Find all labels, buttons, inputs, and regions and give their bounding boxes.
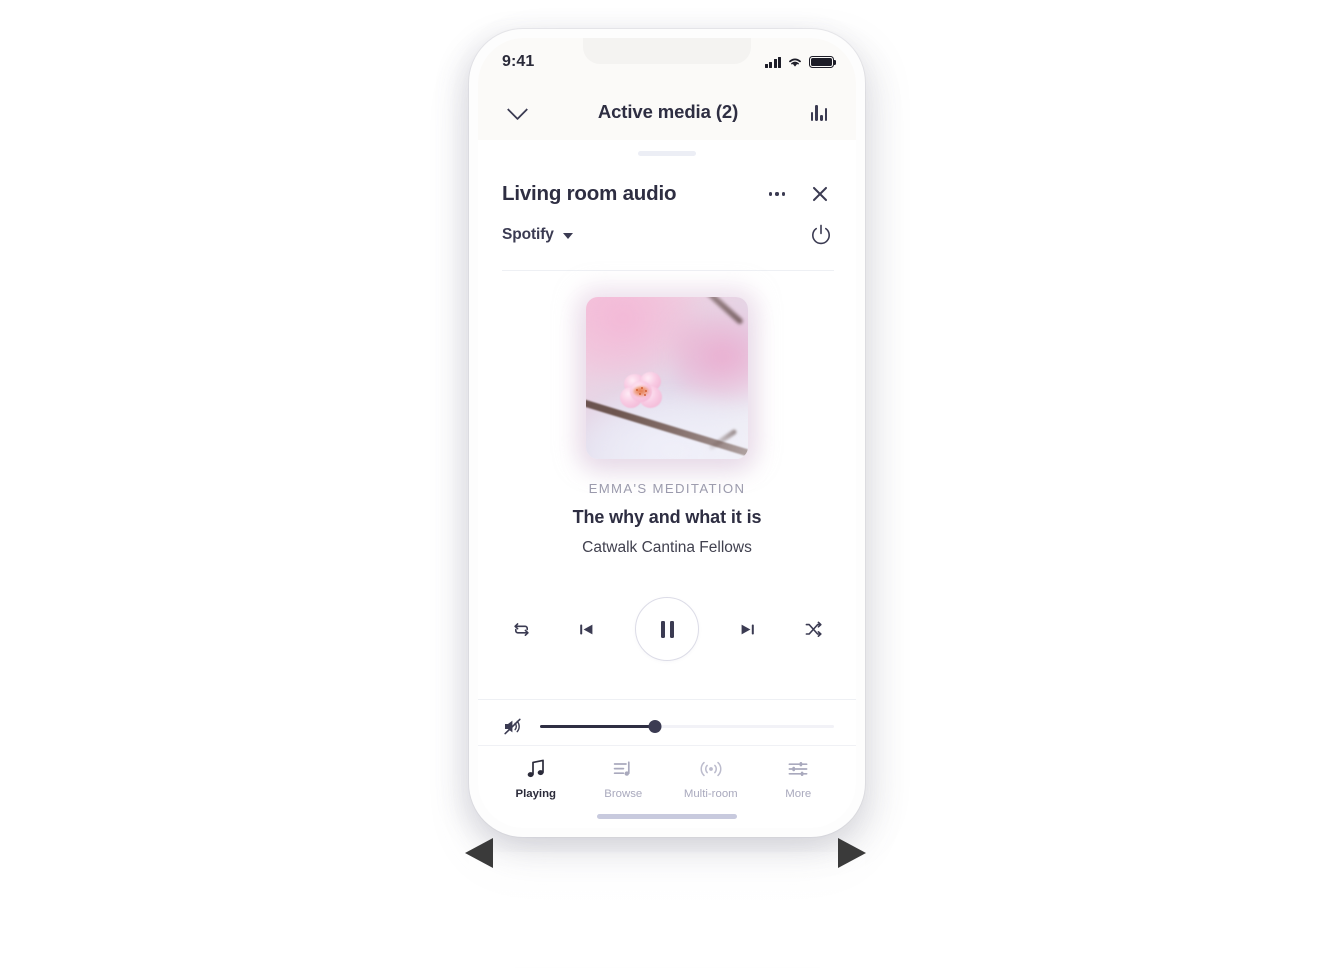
equalizer-button[interactable] (804, 97, 834, 127)
collapse-sheet-button[interactable] (502, 97, 532, 127)
next-track-icon (741, 624, 754, 634)
previous-track-button[interactable] (570, 612, 604, 646)
volume-row (478, 700, 856, 737)
close-button[interactable] (806, 180, 834, 208)
media-title-row: Living room audio (478, 165, 856, 209)
status-icons (764, 56, 837, 68)
tab-label: Browse (604, 788, 643, 800)
reflection-fade-overlay (469, 852, 865, 968)
chevron-down-icon (506, 98, 528, 120)
page-background: 9:41 Active media (2) Living room audio … (0, 0, 1330, 968)
play-pause-button[interactable] (635, 597, 699, 661)
shuffle-button[interactable] (796, 612, 830, 646)
phone-device: 9:41 Active media (2) Living room audio … (469, 29, 865, 837)
page-title: Active media (2) (597, 101, 739, 122)
tab-label: Playing (515, 788, 556, 800)
music-note-icon (525, 758, 547, 780)
battery-icon (809, 56, 837, 68)
playlist-icon (612, 758, 634, 780)
artwork-area (478, 271, 856, 459)
source-name[interactable]: Spotify (502, 226, 554, 244)
reflection-wedge-right (838, 838, 866, 868)
drag-handle[interactable] (638, 151, 696, 156)
next-track-button[interactable] (731, 612, 765, 646)
phone-notch (583, 38, 751, 64)
phone-screen: 9:41 Active media (2) Living room audio … (478, 38, 856, 828)
more-options-button[interactable] (762, 179, 792, 209)
artwork-blossom (620, 371, 666, 414)
sheet-grabber-area[interactable] (478, 140, 856, 165)
previous-track-icon (580, 624, 593, 634)
repeat-icon (513, 622, 529, 636)
slider-thumb[interactable] (648, 720, 662, 733)
shuffle-icon (805, 621, 822, 637)
album-name: EMMA'S MEDITATION (588, 481, 746, 496)
home-indicator[interactable] (597, 814, 737, 819)
wifi-icon (789, 58, 801, 67)
tab-label: More (785, 788, 812, 800)
slider-fill (540, 725, 655, 728)
volume-muted-icon[interactable] (502, 716, 524, 737)
track-metadata: EMMA'S MEDITATION The why and what it is… (478, 459, 856, 557)
track-title: The why and what it is (572, 507, 762, 527)
home-indicator-area (478, 800, 856, 828)
cellular-signal-icon (764, 56, 781, 68)
artist-name: Catwalk Cantina Fellows (582, 539, 752, 556)
tab-more[interactable]: More (755, 758, 843, 800)
caret-down-icon[interactable] (562, 233, 573, 239)
album-artwork (586, 297, 748, 459)
reflection-wedge-left (465, 838, 493, 868)
tab-playing[interactable]: Playing (492, 758, 580, 800)
app-header: Active media (2) (478, 84, 856, 140)
phone-reflection: Playing (469, 852, 865, 968)
status-time: 9:41 (502, 53, 535, 70)
repeat-button[interactable] (504, 612, 538, 646)
power-button[interactable] (808, 222, 834, 248)
pause-icon (660, 620, 674, 638)
equalizer-bars-icon (810, 104, 828, 121)
media-sheet: Living room audio Spotify EMMA'S MEDITAT… (478, 140, 856, 828)
sliders-icon (787, 758, 809, 780)
tab-label: Multi-room (683, 788, 738, 800)
tab-browse[interactable]: Browse (580, 758, 668, 800)
volume-slider[interactable] (540, 718, 834, 736)
broadcast-icon (698, 758, 724, 780)
transport-controls (478, 557, 856, 661)
source-row: Spotify (478, 209, 856, 248)
tab-multi-room[interactable]: Multi-room (667, 758, 755, 800)
media-title: Living room audio (502, 182, 677, 205)
bottom-tab-bar: Playing Browse Multi-room More (478, 745, 856, 800)
